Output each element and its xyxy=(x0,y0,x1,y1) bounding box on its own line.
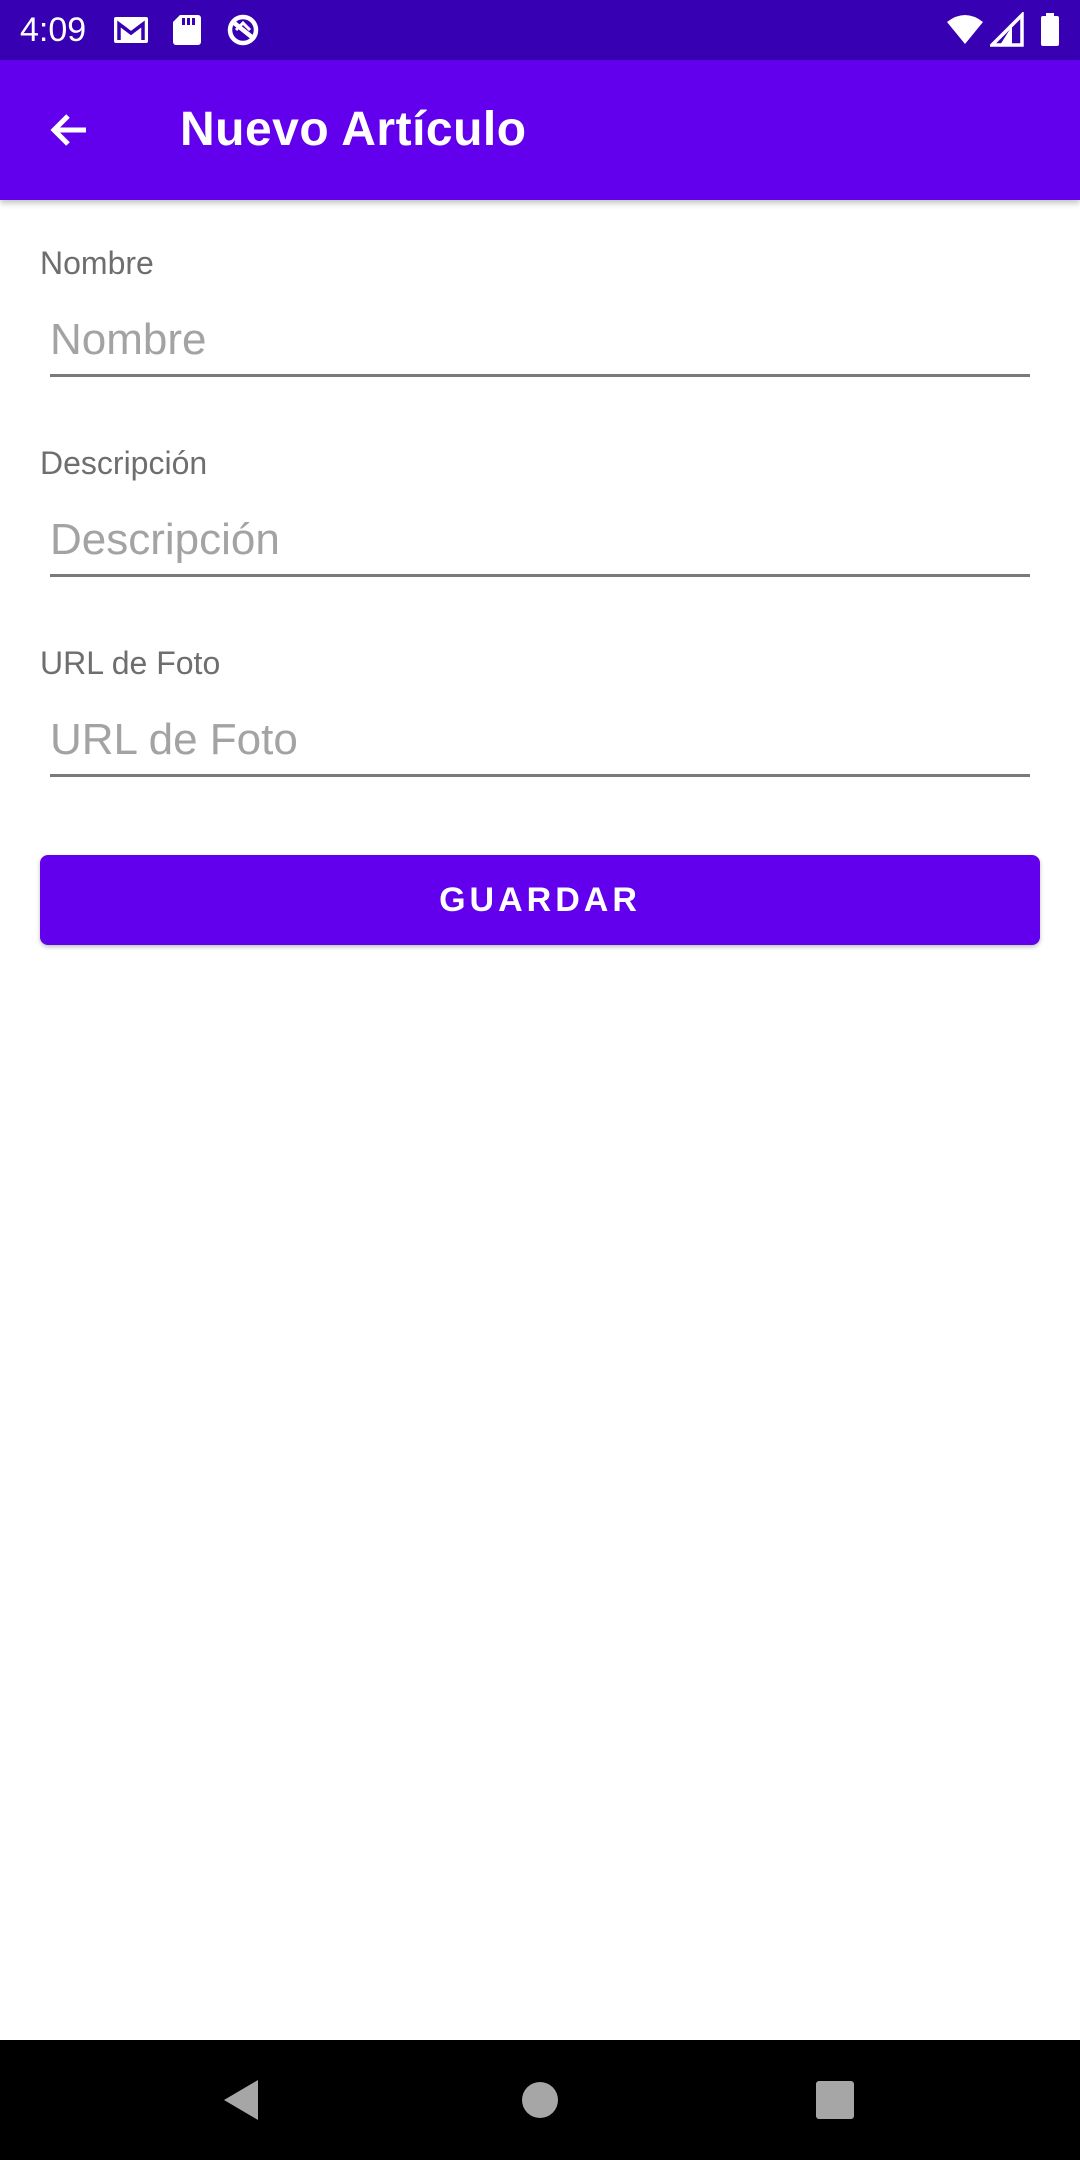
back-triangle-icon xyxy=(212,2070,272,2130)
arrow-back-icon xyxy=(46,106,94,154)
status-time: 4:09 xyxy=(20,11,87,49)
cell-signal-icon xyxy=(990,12,1024,48)
sd-card-icon xyxy=(170,12,204,48)
home-circle-icon xyxy=(510,2070,570,2130)
page-title: Nuevo Artículo xyxy=(180,103,527,156)
descripcion-field: Descripción xyxy=(40,443,1040,583)
nav-home-button[interactable] xyxy=(510,2070,570,2130)
data-saver-icon xyxy=(224,12,262,48)
nav-recents-button[interactable] xyxy=(805,2070,865,2130)
url-foto-field: URL de Foto xyxy=(40,643,1040,783)
descripcion-label: Descripción xyxy=(40,445,208,481)
nombre-input[interactable] xyxy=(50,305,1030,377)
nav-back-button[interactable] xyxy=(212,2070,272,2130)
wifi-icon xyxy=(946,12,984,48)
save-button[interactable]: GUARDAR xyxy=(40,855,1040,945)
nombre-label: Nombre xyxy=(40,245,154,281)
url-foto-input[interactable] xyxy=(50,705,1030,777)
nombre-field: Nombre xyxy=(40,243,1040,383)
url-foto-label: URL de Foto xyxy=(40,645,221,681)
battery-icon xyxy=(1038,12,1062,48)
app-bar: Nuevo Artículo xyxy=(0,60,1080,200)
screen: 4:09 Nuevo Artículo Nombre Nombre Descri… xyxy=(0,0,1080,2160)
back-button[interactable] xyxy=(30,100,110,160)
status-bar: 4:09 xyxy=(0,0,1080,60)
descripcion-input[interactable] xyxy=(50,505,1030,577)
gmail-icon xyxy=(112,12,150,48)
recents-square-icon xyxy=(805,2070,865,2130)
system-nav-bar xyxy=(0,2040,1080,2160)
